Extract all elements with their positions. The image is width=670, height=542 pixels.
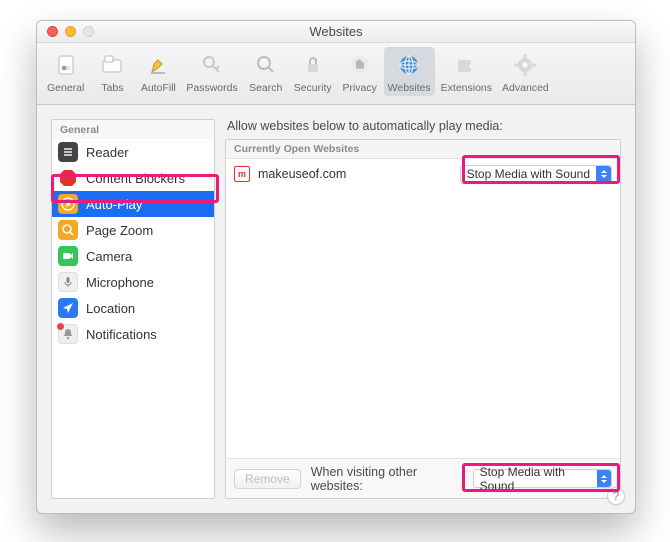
tab-tabs[interactable]: Tabs [90, 47, 134, 96]
reader-icon [58, 142, 78, 162]
preferences-window: Websites General Tabs AutoFill Passwords [36, 20, 636, 514]
key-icon [198, 49, 226, 81]
hand-icon [346, 49, 374, 81]
empty-space [226, 189, 620, 458]
tab-autofill[interactable]: AutoFill [136, 47, 180, 96]
sidebar-item-content-blockers[interactable]: Content Blockers [52, 165, 214, 191]
sidebar-item-notifications[interactable]: Notifications [52, 321, 214, 347]
content-area: General Reader Content Blockers Auto-Pla… [37, 105, 635, 513]
sidebar-item-label: Auto-Play [86, 197, 142, 212]
tab-privacy[interactable]: Privacy [338, 47, 382, 96]
sidebar-item-label: Content Blockers [86, 171, 185, 186]
titlebar: Websites [37, 21, 635, 43]
notification-badge [57, 323, 64, 330]
sidebar-item-label: Notifications [86, 327, 157, 342]
main-pane: Allow websites below to automatically pl… [225, 119, 621, 499]
window-title: Websites [37, 24, 635, 39]
row-setting-label: Stop Media with Sound [461, 167, 596, 181]
sidebar-item-label: Reader [86, 145, 129, 160]
puzzle-icon [452, 49, 480, 81]
other-websites-label: When visiting other websites: [311, 465, 459, 493]
tab-general[interactable]: General [43, 47, 88, 96]
zoom-icon-small [58, 220, 78, 240]
tab-passwords[interactable]: Passwords [182, 47, 241, 96]
sidebar-item-location[interactable]: Location [52, 295, 214, 321]
sidebar-item-label: Camera [86, 249, 132, 264]
stepper-icon [596, 166, 611, 183]
tab-search[interactable]: Search [244, 47, 288, 96]
sidebar-item-label: Microphone [86, 275, 154, 290]
help-button[interactable]: ? [607, 487, 625, 505]
website-url: makeuseof.com [258, 167, 452, 181]
location-icon [58, 298, 78, 318]
search-icon [252, 49, 280, 81]
sidebar-item-label: Location [86, 301, 135, 316]
panel-footer: Remove When visiting other websites: Sto… [226, 458, 620, 498]
pencil-icon [144, 49, 172, 81]
toolbar: General Tabs AutoFill Passwords Search [37, 43, 635, 105]
sidebar-item-label: Page Zoom [86, 223, 153, 238]
sidebar-item-page-zoom[interactable]: Page Zoom [52, 217, 214, 243]
row-setting-select[interactable]: Stop Media with Sound [460, 165, 612, 184]
play-icon [58, 194, 78, 214]
sidebar-header: General [52, 120, 214, 139]
stepper-icon [597, 470, 611, 487]
gear-icon [511, 49, 539, 81]
sidebar-item-microphone[interactable]: Microphone [52, 269, 214, 295]
sidebar-item-camera[interactable]: Camera [52, 243, 214, 269]
remove-button[interactable]: Remove [234, 469, 301, 489]
tab-extensions[interactable]: Extensions [437, 47, 496, 96]
stop-icon [58, 168, 78, 188]
tab-websites[interactable]: Websites [384, 47, 435, 96]
microphone-icon [58, 272, 78, 292]
camera-icon [58, 246, 78, 266]
default-setting-select[interactable]: Stop Media with Sound [473, 469, 612, 488]
favicon-icon: m [234, 166, 250, 182]
tab-advanced[interactable]: Advanced [498, 47, 553, 96]
tabs-icon [98, 49, 126, 81]
sidebar: General Reader Content Blockers Auto-Pla… [51, 119, 215, 499]
column-header: Currently Open Websites [226, 140, 620, 159]
globe-icon [395, 49, 423, 81]
default-setting-label: Stop Media with Sound [474, 465, 598, 493]
switch-icon [52, 49, 80, 81]
website-row[interactable]: m makeuseof.com Stop Media with Sound [226, 159, 620, 189]
sidebar-item-auto-play[interactable]: Auto-Play [52, 191, 214, 217]
websites-panel: Currently Open Websites m makeuseof.com … [225, 139, 621, 499]
tab-security[interactable]: Security [290, 47, 336, 96]
pane-description: Allow websites below to automatically pl… [227, 119, 621, 133]
sidebar-item-reader[interactable]: Reader [52, 139, 214, 165]
lock-icon [299, 49, 327, 81]
